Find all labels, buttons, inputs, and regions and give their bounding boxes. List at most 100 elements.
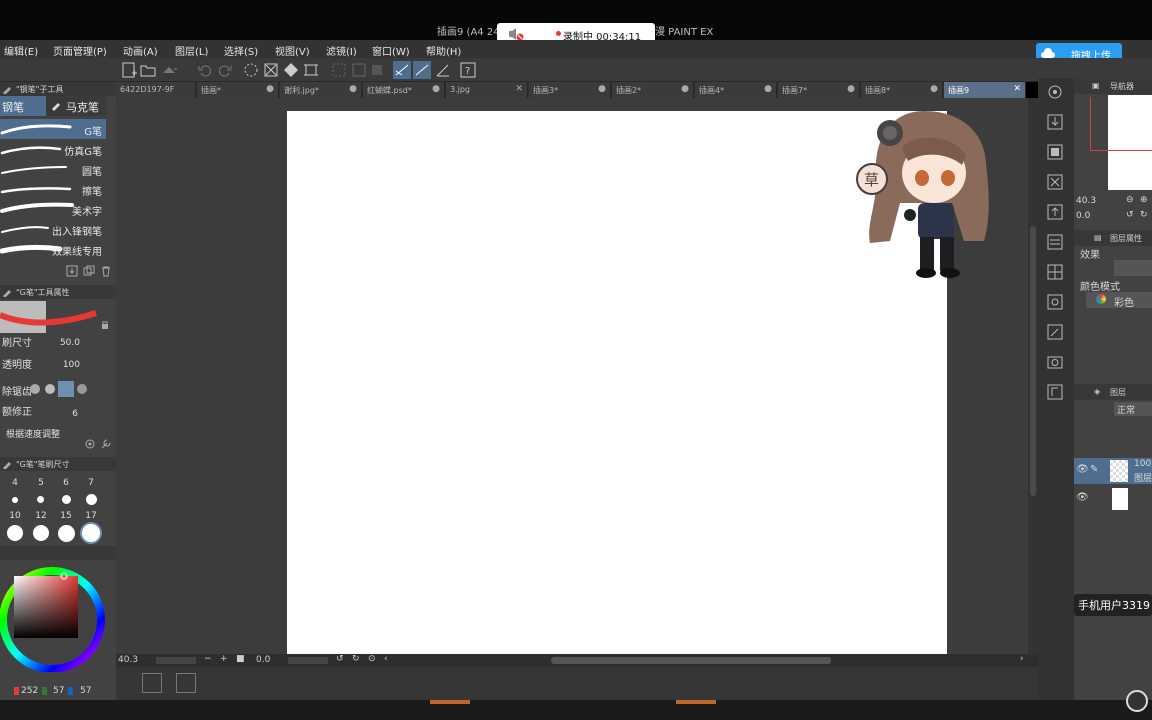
zoom-out-icon[interactable]: − <box>204 654 212 664</box>
rotate-left-icon[interactable]: ↺ <box>1126 210 1134 220</box>
tab-modified-dot-icon[interactable]: ● <box>681 84 689 94</box>
copy-icon[interactable] <box>83 265 95 280</box>
help-icon[interactable]: ? <box>459 61 477 79</box>
menu-filter[interactable]: 滤镜(I) <box>326 43 357 58</box>
size-dot-12[interactable] <box>33 525 49 541</box>
zoom-in-icon[interactable]: ⊕ <box>1140 195 1148 205</box>
navigator-preview[interactable] <box>1108 95 1152 190</box>
grid-icon[interactable] <box>1045 262 1065 282</box>
brush-effect-line[interactable]: 效果线专用 <box>0 239 106 259</box>
rotation-value[interactable]: 0.0 <box>256 655 270 665</box>
camera-icon[interactable] <box>1045 352 1065 372</box>
tab-modified-dot-icon[interactable]: ● <box>266 84 274 94</box>
tab-modified-dot-icon[interactable]: ● <box>598 84 606 94</box>
lock-icon[interactable] <box>100 320 110 333</box>
reference-icon[interactable] <box>1045 382 1065 402</box>
tab-modified-dot-icon[interactable]: ● <box>847 84 855 94</box>
reset-rotation-icon[interactable]: ⊙ <box>368 654 376 664</box>
layer-row-active[interactable]: 👁 ✎ 100 图层 <box>1074 458 1152 484</box>
tab-modified-dot-icon[interactable]: ● <box>432 84 440 94</box>
brush-eraser-pen[interactable]: 擦笔 <box>0 179 106 199</box>
rotate-right-icon[interactable]: ↻ <box>1140 210 1148 220</box>
layer-row-paper[interactable]: 👁 <box>1074 486 1152 512</box>
snap-ruler-icon[interactable] <box>393 61 411 79</box>
undo-icon[interactable] <box>196 61 214 79</box>
drawing-canvas[interactable] <box>287 111 947 654</box>
zoom-in-icon[interactable]: + <box>220 654 228 664</box>
correction-value[interactable]: 6 <box>72 409 78 419</box>
deselect-icon[interactable] <box>330 61 348 79</box>
brush-g-pen[interactable]: G笔 <box>0 119 106 139</box>
fit-stop-icon[interactable]: ■ <box>236 654 245 664</box>
clear-icon[interactable] <box>262 61 280 79</box>
antialias-none-option[interactable] <box>30 384 40 394</box>
snap-ruler-2-icon[interactable] <box>413 61 431 79</box>
size-dot-4[interactable] <box>12 497 18 503</box>
tab-close-icon[interactable]: ✕ <box>515 84 523 94</box>
doc-tab[interactable]: 插画7* ● <box>778 82 860 98</box>
new-file-icon[interactable] <box>120 61 138 79</box>
edit-icon[interactable] <box>1045 322 1065 342</box>
size-dot-7[interactable] <box>86 494 97 505</box>
tab-modified-dot-icon[interactable]: ● <box>930 84 938 94</box>
size-dot-5[interactable] <box>37 496 44 503</box>
effect-buttons[interactable] <box>1114 260 1152 276</box>
navigator-icon[interactable] <box>1045 82 1065 102</box>
menu-help[interactable]: 帮助(H) <box>426 43 461 58</box>
wrench-icon[interactable] <box>100 438 112 453</box>
history-icon[interactable] <box>1045 292 1065 312</box>
menu-edit[interactable]: 编辑(E) <box>4 43 38 58</box>
brush-calligraphy[interactable]: 美术字 <box>0 199 106 219</box>
size-dot-6[interactable] <box>62 495 71 504</box>
redo-icon[interactable] <box>216 61 234 79</box>
correction-row[interactable]: 额修正 6 <box>0 402 106 424</box>
tab-pen[interactable]: 钢笔 <box>0 96 46 116</box>
rotate-right-icon[interactable]: ↻ <box>352 654 360 664</box>
tab-modified-dot-icon[interactable]: ● <box>764 84 772 94</box>
material-icon[interactable] <box>1045 142 1065 162</box>
invert-selection-icon[interactable] <box>350 61 368 79</box>
doc-tab-active[interactable]: 插画9 ✕ <box>944 82 1026 98</box>
color-wheel[interactable] <box>0 564 108 673</box>
opacity-row[interactable]: 透明度 100 <box>0 355 106 377</box>
doc-tab[interactable]: 插画4* ● <box>695 82 777 98</box>
snap-special-ruler-icon[interactable] <box>434 61 452 79</box>
antialias-medium-option[interactable] <box>58 381 74 397</box>
tab-marker[interactable]: 马克笔 <box>46 96 106 116</box>
eye-icon[interactable]: 👁 <box>1076 464 1089 475</box>
doc-tab[interactable]: 3.jpg ✕ <box>446 82 528 98</box>
doc-tab[interactable]: 插画2* ● <box>612 82 694 98</box>
antialias-weak-option[interactable] <box>45 384 55 394</box>
scroll-thumb[interactable] <box>1030 226 1036 496</box>
open-folder-icon[interactable] <box>139 61 157 79</box>
doc-tab[interactable]: 插画* ● <box>197 82 279 98</box>
settings-icon[interactable] <box>84 438 96 453</box>
vertical-scrollbar[interactable] <box>1028 98 1038 654</box>
layer-panel-icon[interactable] <box>1045 232 1065 252</box>
close-panel-icon[interactable] <box>1045 172 1065 192</box>
doc-tab[interactable]: 红蝴蝶.psd* ● <box>363 82 445 98</box>
frame-icon[interactable] <box>176 673 196 693</box>
assistant-bubble-icon[interactable] <box>1126 690 1148 712</box>
brush-size-row[interactable]: 刷尺寸 50.0 <box>0 333 106 355</box>
zoom-value[interactable]: 40.3 <box>118 655 138 665</box>
tab-close-icon[interactable]: ✕ <box>1013 84 1021 94</box>
doc-tab[interactable]: 谢利.jpg* ● <box>280 82 362 98</box>
menu-animation[interactable]: 动画(A) <box>123 43 158 58</box>
import-icon[interactable] <box>1045 112 1065 132</box>
antialias-strong-option[interactable] <box>77 384 87 394</box>
brush-size-value[interactable]: 50.0 <box>60 338 80 348</box>
menu-layer[interactable]: 图层(L) <box>175 43 208 58</box>
fill-icon[interactable] <box>282 61 300 79</box>
loading-icon[interactable] <box>242 61 260 79</box>
menu-window[interactable]: 窗口(W) <box>372 43 410 58</box>
save-icon[interactable] <box>160 61 178 79</box>
export-icon[interactable] <box>1045 202 1065 222</box>
brush-taper-pen[interactable]: 出入锋钢笔 <box>0 219 106 239</box>
blend-mode-select[interactable]: 正常 <box>1114 402 1152 416</box>
color-mode-select[interactable]: 彩色 <box>1086 292 1152 309</box>
horizontal-scrollbar[interactable] <box>551 657 831 664</box>
scroll-right-icon[interactable]: › <box>1020 654 1024 664</box>
download-icon[interactable] <box>66 265 78 280</box>
size-dot-15[interactable] <box>58 525 75 542</box>
